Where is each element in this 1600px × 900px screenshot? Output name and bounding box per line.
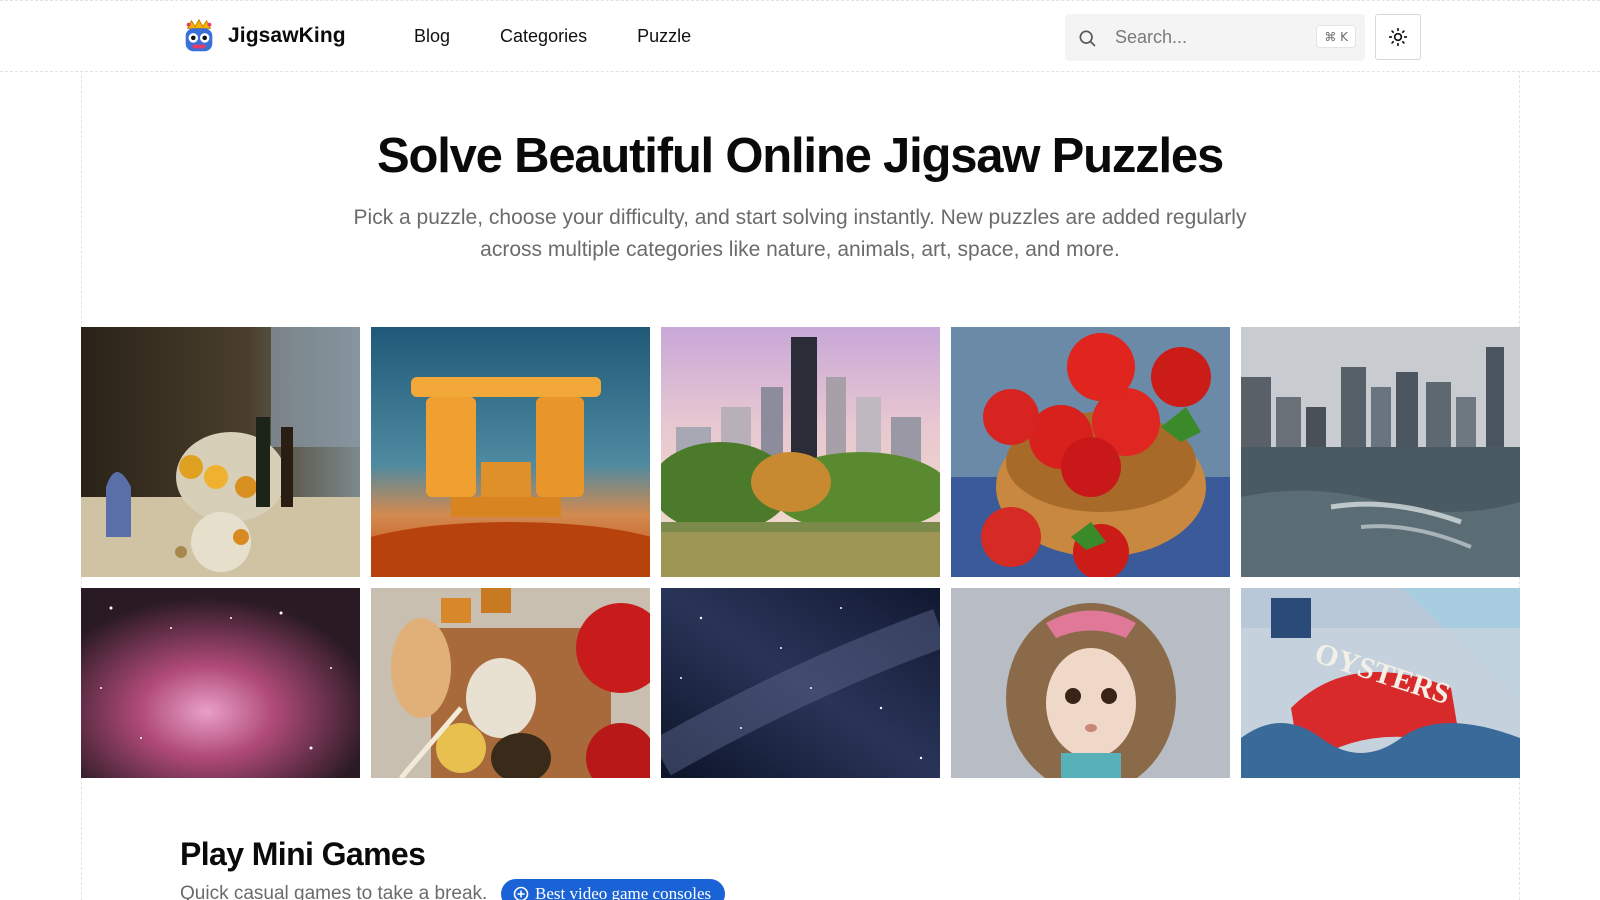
theme-toggle-button[interactable] [1375, 14, 1421, 60]
puzzle-image [661, 588, 940, 778]
plus-circle-icon [513, 886, 529, 900]
puzzle-image [1241, 327, 1520, 577]
ad-label: Best video game consoles [535, 884, 712, 900]
ad-link-button[interactable]: Best video game consoles [501, 879, 726, 900]
puzzle-tile-still-life[interactable] [81, 327, 360, 577]
puzzle-tile-doll[interactable] [951, 588, 1230, 778]
nav-link-blog[interactable]: Blog [414, 26, 450, 47]
search-input[interactable] [1115, 27, 1305, 48]
puzzle-tile-city-park[interactable] [661, 327, 940, 577]
site-header: JigsawKing Blog Categories Puzzle ⌘ K [0, 0, 1600, 72]
search-box[interactable]: ⌘ K [1065, 14, 1365, 61]
nav-link-puzzle[interactable]: Puzzle [637, 26, 691, 47]
brand-name: JigsawKing [228, 24, 346, 47]
mini-games-subtitle: Quick casual games to take a break. [180, 883, 488, 900]
hero-title: Solve Beautiful Online Jigsaw Puzzles [377, 129, 1224, 183]
puzzle-image: OYSTERS [1241, 588, 1520, 778]
puzzle-tile-nebula[interactable] [81, 588, 360, 778]
puzzle-tile-milky-way[interactable] [661, 588, 940, 778]
puzzle-image [371, 327, 650, 577]
brand-logo-link[interactable]: JigsawKing [180, 17, 346, 55]
crowned-monster-logo-icon [185, 18, 213, 52]
puzzle-tile-skyline-water[interactable] [1241, 327, 1520, 577]
main-nav: Blog Categories Puzzle [414, 26, 741, 47]
puzzle-tile-oysters-sign[interactable]: OYSTERS [1241, 588, 1520, 778]
hero-subtitle: Pick a puzzle, choose your difficulty, a… [353, 206, 1247, 261]
puzzle-image [951, 327, 1230, 577]
sun-icon [1388, 27, 1408, 47]
nav-link-categories[interactable]: Categories [500, 26, 587, 47]
puzzle-image [661, 327, 940, 577]
puzzle-tile-stone-arch[interactable] [371, 327, 650, 577]
puzzle-grid: OYSTERS [81, 327, 1520, 778]
puzzle-image [81, 327, 360, 577]
puzzle-image [951, 588, 1230, 778]
search-icon [1079, 30, 1096, 46]
puzzle-image [371, 588, 650, 778]
puzzle-image [81, 588, 360, 778]
puzzle-tile-sweets[interactable] [371, 588, 650, 778]
mini-games-title: Play Mini Games [180, 836, 426, 872]
search-shortcut-hint: ⌘ K [1316, 25, 1356, 48]
puzzle-tile-strawberries[interactable] [951, 327, 1230, 577]
